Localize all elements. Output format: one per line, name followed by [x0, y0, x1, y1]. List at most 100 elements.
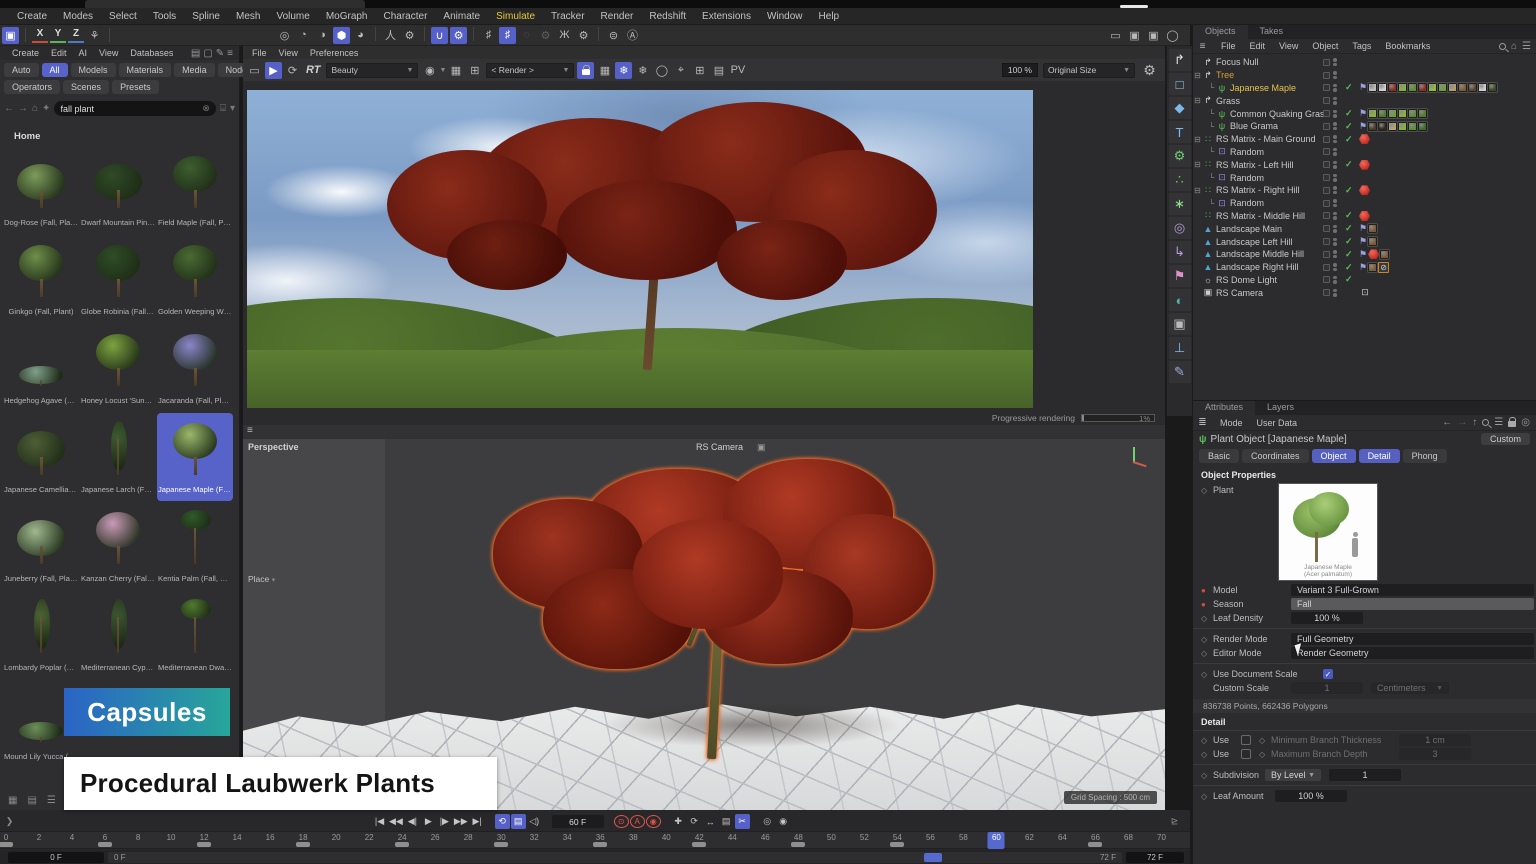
use-document-scale-checkbox[interactable]: ✓	[1323, 669, 1333, 679]
motext-icon[interactable]: T	[1169, 121, 1191, 143]
keyframe-presets-icon[interactable]: ◎	[760, 814, 775, 829]
timeline-options-icon[interactable]: ⊵	[1167, 814, 1182, 829]
layer-box-toggle[interactable]	[1323, 289, 1330, 296]
material-swatch[interactable]	[1388, 83, 1397, 92]
object-row[interactable]: └⊡Random	[1193, 197, 1536, 210]
menu-render[interactable]: Render	[594, 9, 641, 24]
plant-item[interactable]: Field Maple (Fall, Plant)	[157, 146, 233, 234]
plant-item[interactable]: Ginkgo (Fall, Plant)	[3, 235, 79, 323]
snapshot2-icon[interactable]: ❄	[634, 62, 651, 79]
plant-item[interactable]: Mediterranean Cypres...	[80, 591, 156, 679]
texture-flag-icon[interactable]: ⚑	[1359, 121, 1367, 132]
plant-item[interactable]: Kanzan Cherry (Fall, Pl...	[80, 502, 156, 590]
play-button[interactable]: ▶	[421, 814, 436, 829]
hair-tool-icon[interactable]: Ж	[556, 27, 573, 44]
plant-item[interactable]: Honey Locust 'Sunbur...	[80, 324, 156, 412]
playhead[interactable]: 60	[988, 832, 1005, 849]
folder-icon[interactable]: ⌸	[220, 103, 226, 114]
rt-play-icon[interactable]: ▶	[265, 62, 282, 79]
sound-icon[interactable]: ◁)	[527, 814, 542, 829]
material-swatch[interactable]	[1408, 122, 1417, 131]
range-current-marker[interactable]	[924, 853, 942, 862]
redshift-tag-icon[interactable]	[1368, 249, 1379, 259]
tile-icon[interactable]: ▦	[596, 62, 613, 79]
move-tool-icon[interactable]: ◔	[295, 27, 312, 44]
material-swatch[interactable]	[1408, 83, 1417, 92]
window-tab[interactable]	[85, 0, 365, 8]
panel-view-icon[interactable]: ▤	[191, 48, 200, 59]
layer-box-toggle[interactable]	[1323, 276, 1330, 283]
material-swatch[interactable]	[1398, 83, 1407, 92]
subdivision-mode-dropdown[interactable]: By Level▼	[1265, 769, 1321, 781]
attr-forward-icon[interactable]: →	[1457, 417, 1467, 428]
object-row[interactable]: ▲Landscape Main✓⚑	[1193, 222, 1536, 235]
attr-menu-userdata[interactable]: User Data	[1251, 418, 1304, 428]
om-menu-bookmarks[interactable]: Bookmarks	[1378, 41, 1437, 51]
object-row[interactable]: ▣RS Camera⊡	[1193, 286, 1536, 299]
rgb-channel-icon[interactable]: ◉	[421, 62, 438, 79]
material-swatch[interactable]	[1408, 109, 1417, 118]
null-object-icon[interactable]: ↱	[1169, 49, 1191, 71]
render-view-icon[interactable]: ▭	[1107, 27, 1124, 44]
camera-icon[interactable]: ▣	[1169, 313, 1191, 335]
layer-box-toggle[interactable]	[1323, 200, 1330, 207]
menu-mograph[interactable]: MoGraph	[319, 9, 375, 24]
home-icon[interactable]: ⌂	[32, 103, 38, 114]
attr-tab-phong[interactable]: Phong	[1403, 449, 1447, 463]
keyframe-marker[interactable]	[890, 842, 904, 847]
texture-flag-icon[interactable]: ⚑	[1359, 236, 1367, 247]
keyframe-marker[interactable]	[692, 842, 706, 847]
ab-icon[interactable]: ▤	[710, 62, 727, 79]
stage-icon[interactable]: ⊥	[1169, 337, 1191, 359]
tab-takes[interactable]: Takes	[1248, 25, 1296, 39]
keyframe-marker[interactable]	[791, 842, 805, 847]
ab-menu-databases[interactable]: Databases	[124, 47, 179, 59]
grid-snap-icon[interactable]: ♯	[480, 27, 497, 44]
record-rotation-icon[interactable]: ⟳	[687, 814, 702, 829]
timeline-collapse-icon[interactable]: ❯	[2, 814, 17, 829]
attr-up-icon[interactable]: ↑	[1472, 417, 1477, 428]
enabled-checkmark-icon[interactable]: ✓	[1345, 82, 1353, 93]
layer-box-toggle[interactable]	[1323, 84, 1330, 91]
visibility-dots-toggle[interactable]	[1333, 71, 1337, 79]
rs-camera-label[interactable]: RS Camera	[696, 442, 743, 453]
cloner-icon[interactable]: ∴	[1169, 169, 1191, 191]
filter-tab-materials[interactable]: Materials	[119, 63, 172, 77]
layer-box-toggle[interactable]	[1323, 136, 1330, 143]
plant-item[interactable]: Juneberry (Fall, Plant)	[3, 502, 79, 590]
attr-tab-object[interactable]: Object	[1312, 449, 1356, 463]
om-home-icon[interactable]: ⌂	[1511, 41, 1517, 52]
material-swatch[interactable]	[1418, 109, 1427, 118]
annotate-icon[interactable]: ⊜	[605, 27, 622, 44]
visibility-dots-toggle[interactable]	[1333, 276, 1337, 284]
selected-tree[interactable]	[473, 459, 953, 759]
object-row[interactable]: ∷RS Matrix - Middle Hill✓	[1193, 210, 1536, 223]
visibility-dots-toggle[interactable]	[1333, 186, 1337, 194]
material-swatch[interactable]	[1398, 122, 1407, 131]
plant-item[interactable]: Dwarf Mountain Pine (...	[80, 146, 156, 234]
om-hamburger-icon[interactable]: ≡	[1194, 38, 1211, 55]
material-swatch[interactable]	[1368, 224, 1377, 233]
material-swatch[interactable]	[1378, 83, 1387, 92]
plant-item[interactable]: Globe Robinia (Fall, Pl...	[80, 235, 156, 323]
subdivision-field[interactable]: 1	[1329, 769, 1401, 781]
visibility-dots-toggle[interactable]	[1333, 97, 1337, 105]
magnet-settings-icon[interactable]: ⚙	[450, 27, 467, 44]
size-dropdown[interactable]: Original Size▼	[1043, 63, 1135, 78]
doc-mode-icon[interactable]: ▤	[511, 814, 526, 829]
plant-item[interactable]: Lombardy Poplar (Fall...	[3, 591, 79, 679]
custom-scale-unit-dropdown[interactable]: Centimeters▼	[1371, 682, 1449, 694]
crop-icon[interactable]: ⊞	[466, 62, 483, 79]
material-swatch[interactable]	[1368, 122, 1377, 131]
enabled-checkmark-icon[interactable]: ✓	[1345, 210, 1353, 221]
render-settings-icon[interactable]: ◯	[1164, 27, 1181, 44]
marker-icon[interactable]: Ⓐ	[624, 27, 641, 44]
enabled-checkmark-icon[interactable]: ✓	[1345, 108, 1353, 119]
magnet-tool-icon[interactable]: ∪	[431, 27, 448, 44]
visibility-dots-toggle[interactable]	[1333, 212, 1337, 220]
redshift-tag-icon[interactable]	[1359, 211, 1370, 221]
object-row[interactable]: ↱Focus Null	[1193, 56, 1536, 69]
render-team-icon[interactable]: ▣	[1145, 27, 1162, 44]
render-target-dropdown[interactable]: < Render >▼	[486, 63, 574, 78]
visibility-dots-toggle[interactable]	[1333, 238, 1337, 246]
